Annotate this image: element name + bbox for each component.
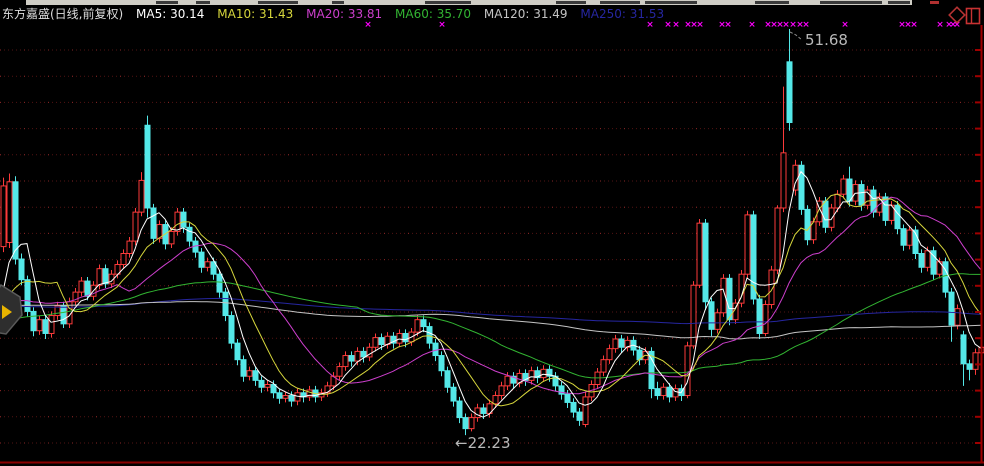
svg-text:×: × xyxy=(910,20,918,30)
ma60-readout: MA60: 35.70 xyxy=(395,7,471,21)
chart-frame xyxy=(0,25,984,463)
nav-arrow-watermark[interactable] xyxy=(0,285,22,334)
svg-text:×: × xyxy=(936,20,944,30)
ma120-line xyxy=(3,302,981,339)
ma20-readout: MA20: 33.81 xyxy=(306,7,382,21)
stock-chart-window: ××××××××××××××××××××××××××51.68←22.23 东方… xyxy=(0,0,984,466)
panes-icon[interactable] xyxy=(967,9,980,24)
stock-title: 东方嘉盛(日线,前复权) xyxy=(2,7,123,21)
low-price-label: ←22.23 xyxy=(455,434,511,452)
candles-group xyxy=(1,29,984,435)
svg-text:×: × xyxy=(696,20,704,30)
svg-text:×: × xyxy=(841,20,849,30)
ma60-line xyxy=(3,274,981,378)
svg-text:×: × xyxy=(748,20,756,30)
high-label-leader xyxy=(790,32,802,40)
svg-text:×: × xyxy=(672,20,680,30)
ma5-readout: MA5: 30.14 xyxy=(136,7,204,21)
ma120-readout: MA120: 31.49 xyxy=(484,7,568,21)
ma250-readout: MA250: 31.53 xyxy=(580,7,664,21)
high-price-label: 51.68 xyxy=(805,31,848,49)
grid xyxy=(0,50,978,443)
svg-text:×: × xyxy=(724,20,732,30)
candlestick-chart[interactable]: ××××××××××××××××××××××××××51.68←22.23 xyxy=(0,0,984,466)
ma10-readout: MA10: 31.43 xyxy=(217,7,293,21)
chart-header: 东方嘉盛(日线,前复权) MA5: 30.14 MA10: 31.43 MA20… xyxy=(2,6,673,22)
svg-text:×: × xyxy=(802,20,810,30)
svg-text:×: × xyxy=(953,20,961,30)
